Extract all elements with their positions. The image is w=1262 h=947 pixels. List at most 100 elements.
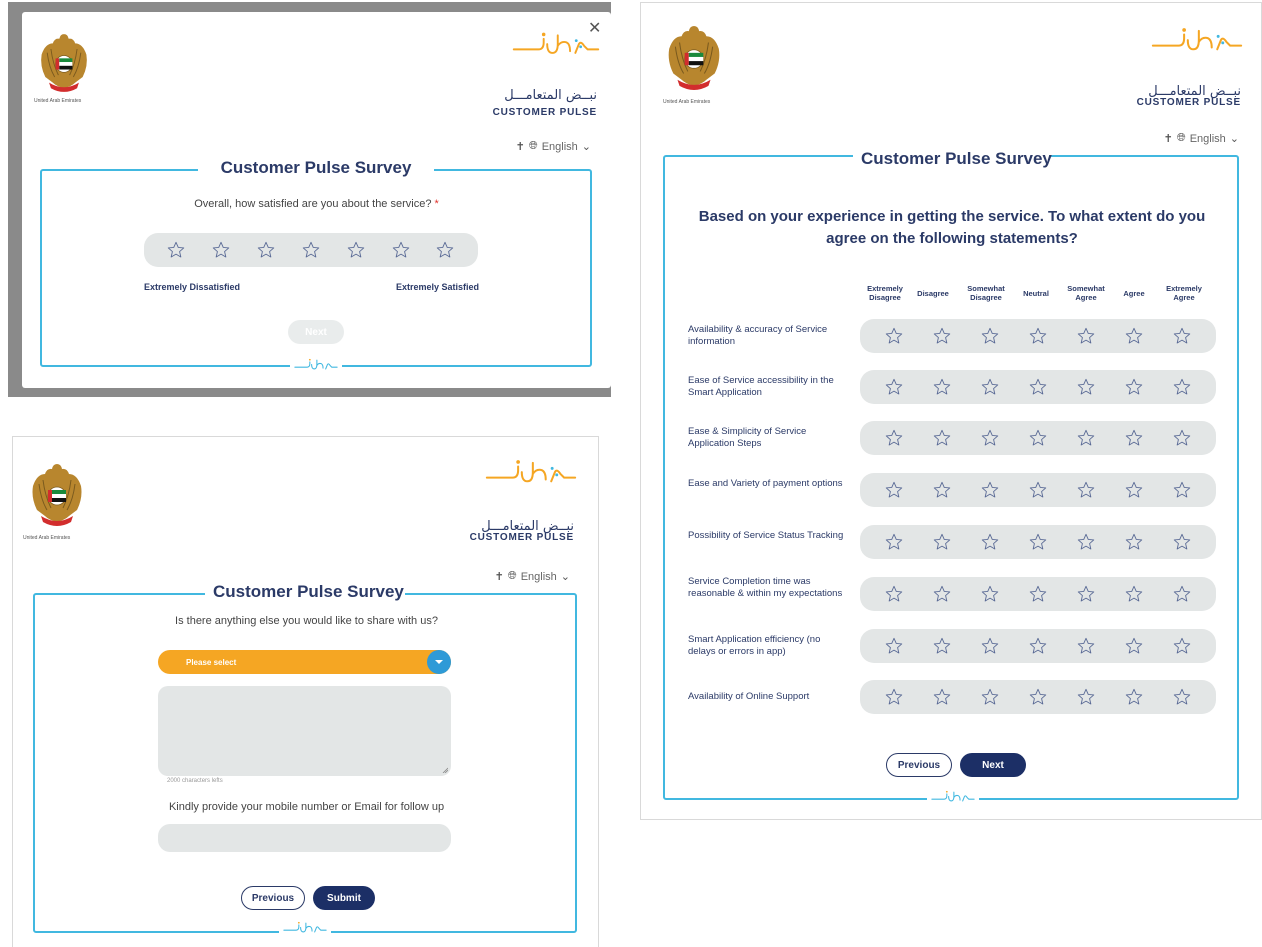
star-icon[interactable] — [1124, 636, 1144, 656]
previous-button[interactable]: Previous — [241, 886, 305, 910]
language-label: English — [1189, 132, 1226, 145]
star-icon[interactable] — [1076, 687, 1096, 707]
star-icon[interactable] — [932, 480, 952, 500]
star-icon[interactable] — [1028, 428, 1048, 448]
star-icon[interactable] — [932, 687, 952, 707]
star-icon[interactable] — [1028, 480, 1048, 500]
statement-label: Ease & Simplicity of Service Application… — [688, 426, 807, 449]
statement-rating — [860, 421, 1216, 455]
star-icon[interactable] — [1076, 480, 1096, 500]
contact-input[interactable] — [158, 824, 451, 852]
star-icon[interactable] — [1028, 687, 1048, 707]
customer-pulse-logo-icon — [512, 30, 600, 60]
logo-english-text: CUSTOMER PULSE — [492, 107, 597, 118]
star-icon[interactable] — [1076, 377, 1096, 397]
statement-rating — [860, 473, 1216, 507]
star-icon[interactable] — [884, 326, 904, 346]
globe-icon: 🌐︎ — [507, 570, 517, 582]
star-icon[interactable] — [1124, 480, 1144, 500]
agreement-question: Based on your experience in getting the … — [698, 208, 1206, 247]
globe-icon: 🌐︎ — [528, 140, 538, 152]
star-icon[interactable] — [1124, 377, 1144, 397]
star-icon[interactable] — [980, 428, 1000, 448]
statement-label: Availability & accuracy of Service infor… — [688, 324, 828, 347]
star-icon[interactable] — [1124, 584, 1144, 604]
comment-textarea[interactable] — [158, 686, 451, 776]
star-icon[interactable] — [980, 532, 1000, 552]
star-icon[interactable] — [1172, 532, 1192, 552]
star-icon[interactable] — [256, 240, 276, 260]
column-header: Neutral — [1023, 289, 1049, 298]
resize-handle-icon[interactable] — [442, 767, 448, 773]
star-icon[interactable] — [346, 240, 366, 260]
feedback-type-select[interactable]: Please select — [158, 650, 451, 674]
star-icon[interactable] — [1172, 584, 1192, 604]
accessibility-icon[interactable]: ✝ — [516, 140, 525, 153]
star-icon[interactable] — [1124, 326, 1144, 346]
star-icon[interactable] — [884, 532, 904, 552]
chevron-down-icon: ⌄ — [581, 141, 591, 153]
frame-logo — [290, 352, 342, 380]
submit-button[interactable]: Submit — [313, 886, 375, 910]
star-icon[interactable] — [884, 636, 904, 656]
star-icon[interactable] — [980, 326, 1000, 346]
star-icon[interactable] — [932, 636, 952, 656]
star-icon[interactable] — [884, 480, 904, 500]
star-icon[interactable] — [1124, 532, 1144, 552]
star-icon[interactable] — [980, 480, 1000, 500]
star-icon[interactable] — [1076, 636, 1096, 656]
next-button[interactable]: Next — [288, 320, 344, 344]
star-icon[interactable] — [884, 377, 904, 397]
star-icon[interactable] — [980, 636, 1000, 656]
star-icon[interactable] — [932, 377, 952, 397]
statement-label: Ease of Service accessibility in the Sma… — [688, 375, 834, 398]
star-icon[interactable] — [932, 532, 952, 552]
star-icon[interactable] — [980, 687, 1000, 707]
star-icon[interactable] — [435, 240, 455, 260]
dropdown-arrow-icon[interactable] — [427, 650, 451, 674]
star-icon[interactable] — [932, 428, 952, 448]
star-icon[interactable] — [884, 584, 904, 604]
star-icon[interactable] — [1172, 480, 1192, 500]
star-icon[interactable] — [1028, 584, 1048, 604]
language-selector[interactable]: ✝ 🌐︎ English ⌄ — [495, 570, 570, 583]
language-selector[interactable]: ✝ 🌐︎ English ⌄ — [1164, 132, 1239, 145]
frame-logo — [279, 915, 331, 943]
satisfaction-rating — [144, 233, 478, 267]
star-icon[interactable] — [932, 584, 952, 604]
uae-emblem-icon — [27, 459, 87, 531]
star-icon[interactable] — [166, 240, 186, 260]
star-icon[interactable] — [1124, 687, 1144, 707]
star-icon[interactable] — [391, 240, 411, 260]
language-selector[interactable]: ✝ 🌐︎ English ⌄ — [516, 140, 591, 153]
star-icon[interactable] — [1172, 428, 1192, 448]
star-icon[interactable] — [1076, 532, 1096, 552]
star-icon[interactable] — [1028, 636, 1048, 656]
star-icon[interactable] — [1028, 377, 1048, 397]
next-button[interactable]: Next — [960, 753, 1026, 777]
star-icon[interactable] — [980, 377, 1000, 397]
star-icon[interactable] — [1076, 584, 1096, 604]
feedback-page: United Arab Emirates نبــض المتعامـــل C… — [12, 436, 599, 947]
star-icon[interactable] — [980, 584, 1000, 604]
select-placeholder: Please select — [186, 657, 237, 667]
language-label: English — [520, 570, 557, 583]
star-icon[interactable] — [932, 326, 952, 346]
star-icon[interactable] — [1172, 636, 1192, 656]
star-icon[interactable] — [1076, 326, 1096, 346]
accessibility-icon[interactable]: ✝ — [1164, 132, 1173, 145]
star-icon[interactable] — [1172, 377, 1192, 397]
star-icon[interactable] — [1124, 428, 1144, 448]
previous-button[interactable]: Previous — [886, 753, 952, 777]
star-icon[interactable] — [1028, 532, 1048, 552]
star-icon[interactable] — [884, 687, 904, 707]
star-icon[interactable] — [1028, 326, 1048, 346]
star-icon[interactable] — [884, 428, 904, 448]
star-icon[interactable] — [1172, 326, 1192, 346]
statement-label: Service Completion time was reasonable &… — [688, 576, 843, 599]
star-icon[interactable] — [211, 240, 231, 260]
star-icon[interactable] — [1076, 428, 1096, 448]
star-icon[interactable] — [1172, 687, 1192, 707]
accessibility-icon[interactable]: ✝ — [495, 570, 504, 583]
star-icon[interactable] — [301, 240, 321, 260]
